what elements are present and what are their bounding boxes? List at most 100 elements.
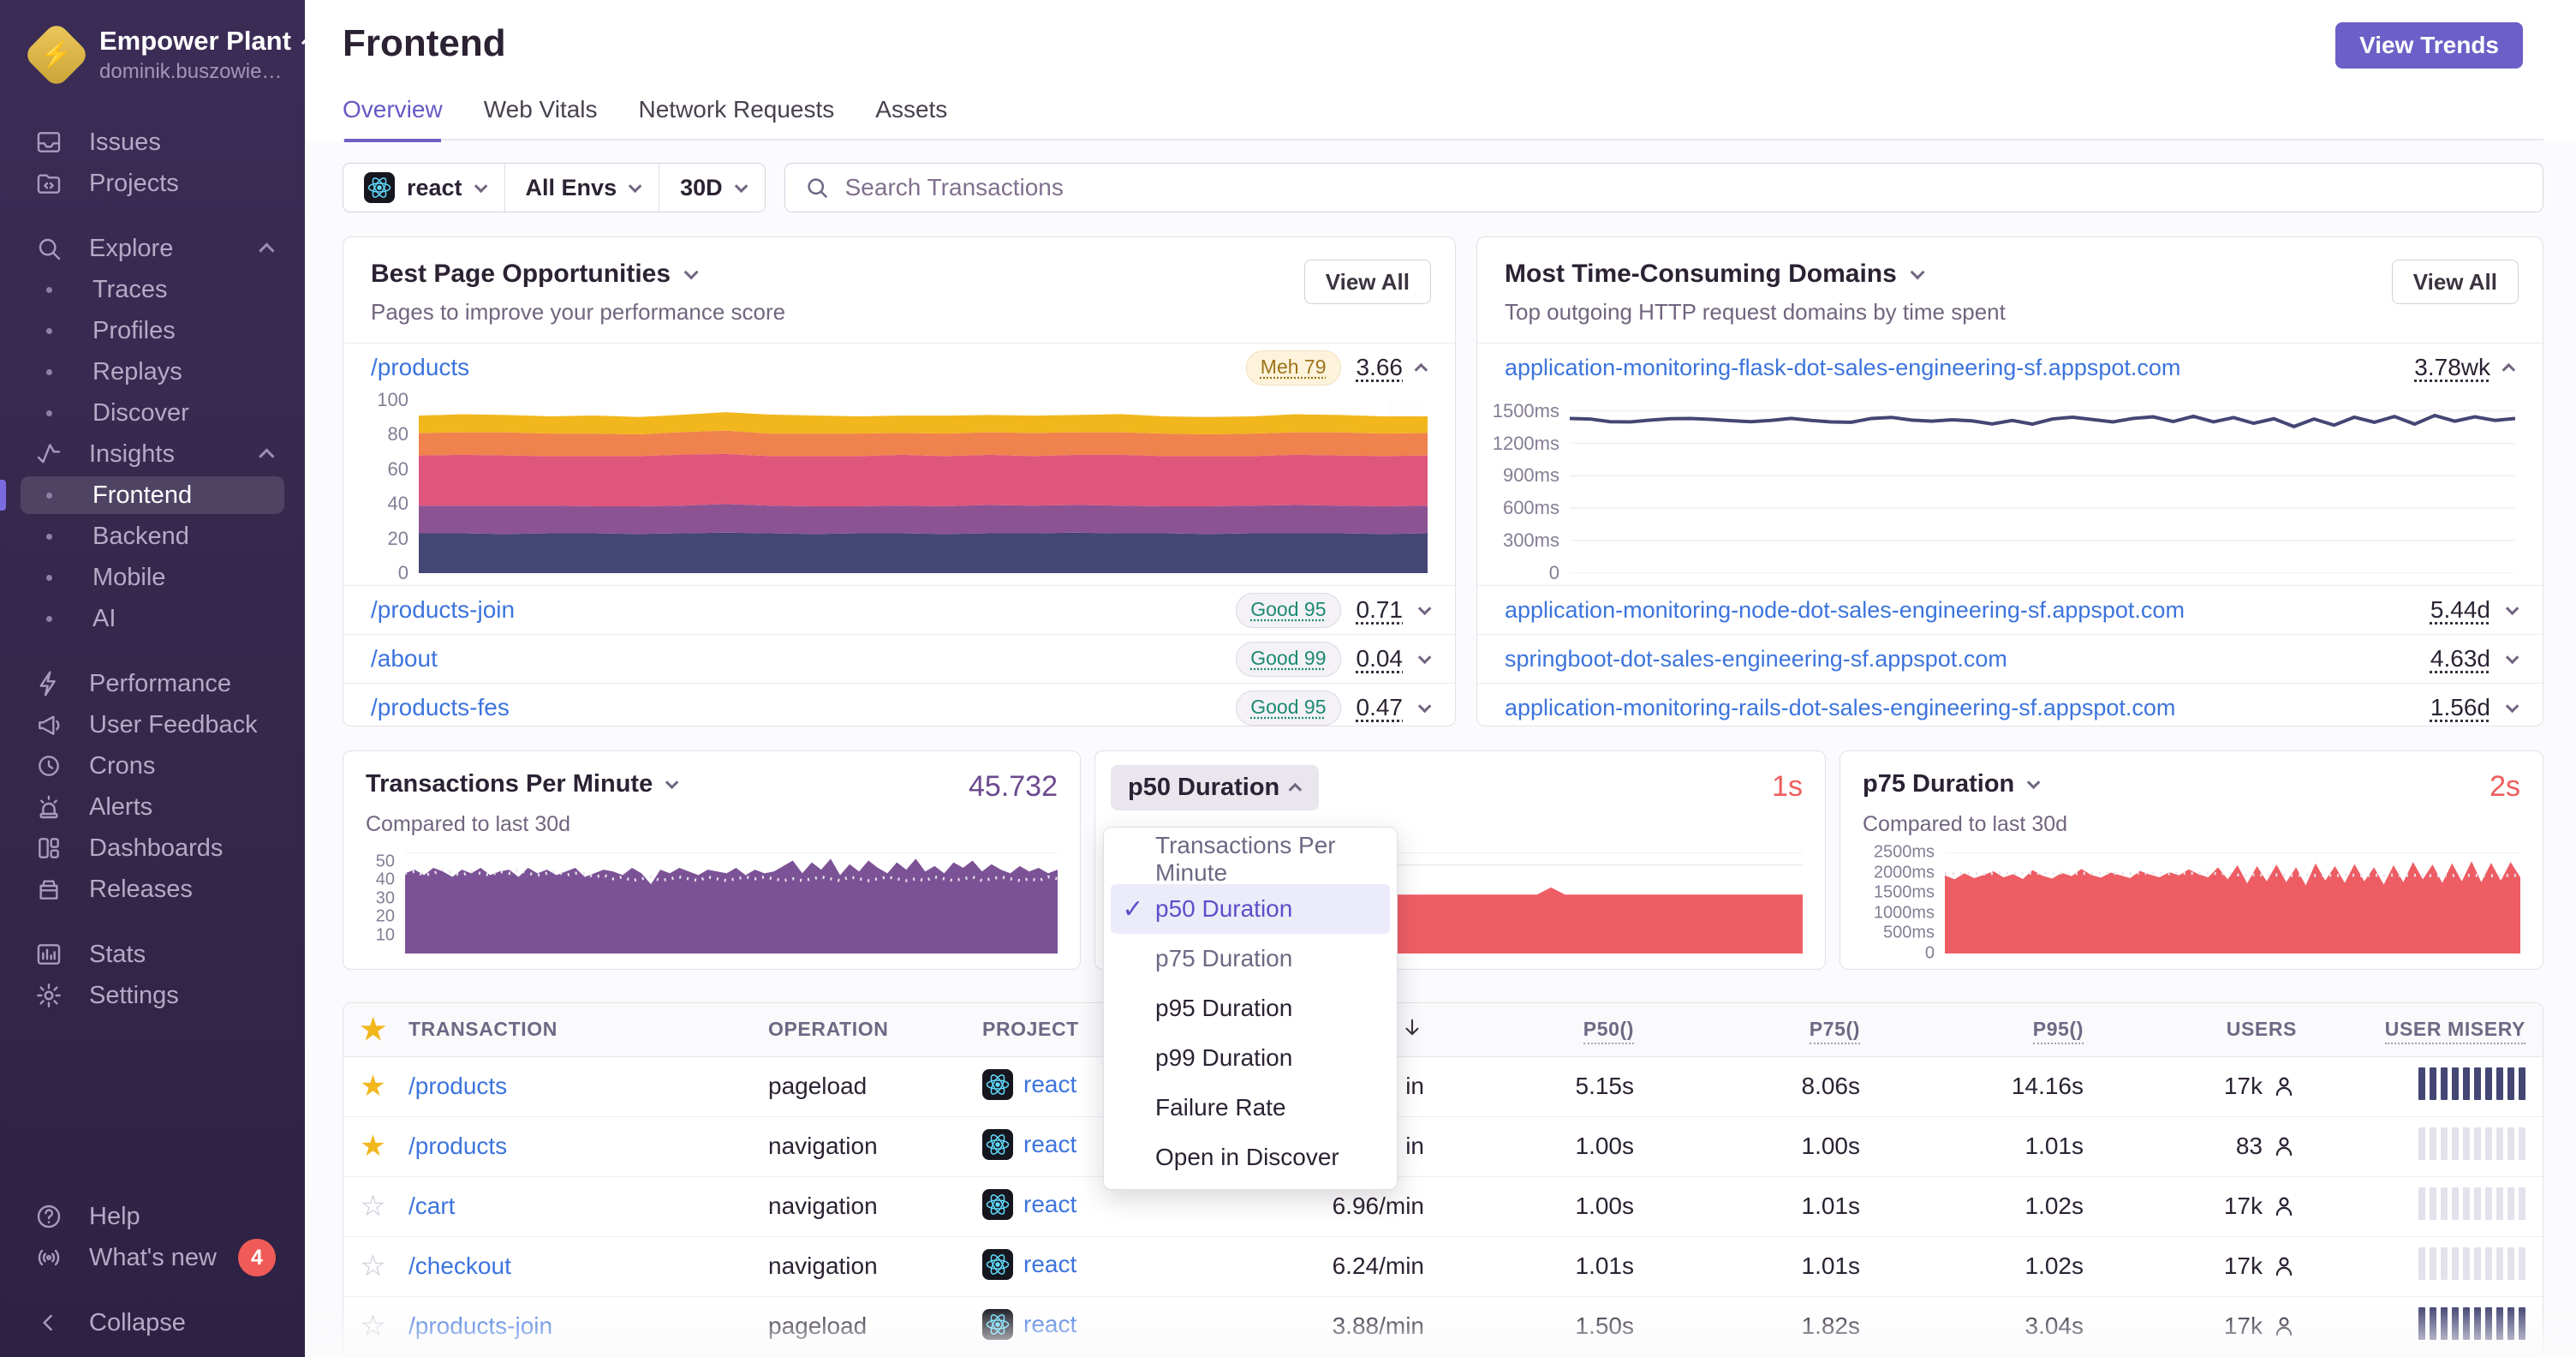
sidebar-item-performance[interactable]: Performance <box>0 663 305 704</box>
chevron-down-icon[interactable] <box>2505 601 2519 615</box>
page-opportunity-row[interactable]: /products Meh 79 3.66 <box>343 344 1455 392</box>
sidebar-item-explore[interactable]: Explore <box>0 228 305 269</box>
menu-item-transactions-per-minute[interactable]: Transactions Per Minute <box>1104 832 1397 886</box>
period-filter[interactable]: 30D <box>659 164 765 212</box>
sidebar-item-alerts[interactable]: Alerts <box>0 786 305 828</box>
tab-overview[interactable]: Overview <box>343 96 443 139</box>
menu-item-failure-rate[interactable]: Failure Rate <box>1104 1083 1397 1133</box>
star-outline-icon[interactable]: ☆ <box>360 1190 385 1222</box>
tab-network-requests[interactable]: Network Requests <box>639 96 835 139</box>
sidebar-item-discover[interactable]: Discover <box>0 392 305 433</box>
chevron-down-icon[interactable] <box>1910 265 1925 280</box>
chevron-down-icon[interactable] <box>1417 601 1432 615</box>
column-header-transaction[interactable]: TRANSACTION <box>403 1003 763 1057</box>
sidebar-item-releases[interactable]: Releases <box>0 869 305 910</box>
column-header-users[interactable]: USERS <box>2101 1003 2314 1057</box>
sidebar-item-insights[interactable]: Insights <box>0 433 305 475</box>
star-cell[interactable]: ☆ <box>343 1175 403 1236</box>
best-pages-view-all-button[interactable]: View All <box>1303 260 1431 304</box>
domain-link[interactable]: springboot-dot-sales-engineering-sf.apps… <box>1505 646 2007 673</box>
project-link[interactable]: react <box>1023 1311 1076 1338</box>
page-opportunity-row[interactable]: /products-join Good 95 0.71 <box>343 585 1455 634</box>
sidebar-item-mobile[interactable]: Mobile <box>0 557 305 598</box>
page-link[interactable]: /products-join <box>371 596 515 624</box>
chevron-down-icon[interactable] <box>1417 699 1432 713</box>
sidebar-item-traces[interactable]: Traces <box>0 269 305 310</box>
column-header-p95-[interactable]: P95() <box>1877 1003 2101 1057</box>
star-cell[interactable]: ☆ <box>343 1295 403 1356</box>
transaction-link[interactable]: /cart <box>408 1193 455 1219</box>
project-link[interactable]: react <box>1023 1071 1076 1098</box>
sidebar-item-frontend[interactable]: Frontend <box>0 475 305 516</box>
project-link[interactable]: react <box>1023 1251 1076 1278</box>
domain-row[interactable]: application-monitoring-rails-dot-sales-e… <box>1477 683 2543 726</box>
sidebar-item-replays[interactable]: Replays <box>0 351 305 392</box>
page-link[interactable]: /products-fes <box>371 694 510 721</box>
sidebar-item-settings[interactable]: Settings <box>0 975 305 1016</box>
transaction-link[interactable]: /products <box>408 1073 507 1099</box>
chevron-down-icon[interactable] <box>2505 699 2519 713</box>
chevron-up-icon[interactable] <box>2501 362 2516 376</box>
transaction-link[interactable]: /products-join <box>408 1312 552 1339</box>
star-icon[interactable]: ★ <box>360 1013 386 1046</box>
transaction-link[interactable]: /checkout <box>408 1252 511 1279</box>
sidebar-item-backend[interactable]: Backend <box>0 516 305 557</box>
sidebar-item-stats[interactable]: Stats <box>0 934 305 975</box>
column-header-user-misery[interactable]: USER MISERY <box>2314 1003 2543 1057</box>
domain-link[interactable]: application-monitoring-flask-dot-sales-e… <box>1505 355 2180 381</box>
column-header-operation[interactable]: OPERATION <box>763 1003 977 1057</box>
star-cell[interactable]: ★ <box>343 1056 403 1116</box>
env-filter[interactable]: All Envs <box>504 164 659 212</box>
project-link[interactable]: react <box>1023 1191 1076 1218</box>
sidebar-item-help[interactable]: Help <box>0 1196 305 1237</box>
search-input[interactable] <box>843 173 2524 202</box>
p75-metric-select[interactable]: p75 Duration <box>1863 770 2041 798</box>
org-switcher[interactable]: ⚡ Empower Plant dominik.buszowiec... <box>0 0 312 89</box>
page-opportunity-row[interactable]: /products-fes Good 95 0.47 <box>343 683 1455 726</box>
star-cell[interactable]: ☆ <box>343 1235 403 1296</box>
tpm-metric-select[interactable]: Transactions Per Minute <box>366 770 679 798</box>
menu-item-p95-duration[interactable]: p95 Duration <box>1104 983 1397 1033</box>
sidebar-item-collapse[interactable]: Collapse <box>0 1302 305 1343</box>
sidebar-item-user-feedback[interactable]: User Feedback <box>0 704 305 745</box>
star-filled-icon[interactable]: ★ <box>360 1130 385 1163</box>
page-link[interactable]: /products <box>371 354 469 381</box>
domain-row[interactable]: application-monitoring-flask-dot-sales-e… <box>1477 344 2543 392</box>
tab-assets[interactable]: Assets <box>875 96 947 139</box>
menu-item-open-in-discover[interactable]: Open in Discover <box>1104 1133 1397 1182</box>
chevron-down-icon[interactable] <box>1417 650 1432 664</box>
sidebar-item-dashboards[interactable]: Dashboards <box>0 828 305 869</box>
transaction-link[interactable]: /products <box>408 1133 507 1159</box>
sidebar-item-crons[interactable]: Crons <box>0 745 305 786</box>
domain-link[interactable]: application-monitoring-node-dot-sales-en… <box>1505 597 2185 624</box>
menu-item-p50-duration[interactable]: ✓ p50 Duration <box>1104 884 1397 934</box>
column-header-p75-[interactable]: P75() <box>1651 1003 1877 1057</box>
star-outline-icon[interactable]: ☆ <box>360 1250 385 1282</box>
star-filled-icon[interactable]: ★ <box>360 1070 385 1103</box>
domain-row[interactable]: application-monitoring-node-dot-sales-en… <box>1477 585 2543 634</box>
sidebar-item-ai[interactable]: AI <box>0 598 305 639</box>
domain-link[interactable]: application-monitoring-rails-dot-sales-e… <box>1505 695 2175 721</box>
sidebar-item-profiles[interactable]: Profiles <box>0 310 305 351</box>
menu-item-p75-duration[interactable]: p75 Duration <box>1104 934 1397 983</box>
chevron-down-icon[interactable] <box>2505 650 2519 664</box>
view-trends-button[interactable]: View Trends <box>2335 22 2523 69</box>
sidebar-item-projects[interactable]: Projects <box>0 163 305 204</box>
domain-row[interactable]: springboot-dot-sales-engineering-sf.apps… <box>1477 634 2543 683</box>
p50-metric-select[interactable]: p50 Duration <box>1111 765 1320 810</box>
sort-desc-icon[interactable] <box>1400 1015 1424 1044</box>
star-outline-icon[interactable]: ☆ <box>360 1310 385 1342</box>
menu-item-p99-duration[interactable]: p99 Duration <box>1104 1033 1397 1083</box>
chevron-up-icon[interactable] <box>1414 362 1428 376</box>
project-filter[interactable]: react <box>343 164 504 212</box>
page-opportunity-row[interactable]: /about Good 99 0.04 <box>343 634 1455 683</box>
star-cell[interactable]: ★ <box>343 1115 403 1176</box>
chevron-down-icon[interactable] <box>683 265 699 280</box>
sidebar-item-whats-new[interactable]: What's new 4 <box>0 1237 305 1278</box>
project-link[interactable]: react <box>1023 1131 1076 1158</box>
tab-web-vitals[interactable]: Web Vitals <box>484 96 598 139</box>
page-link[interactable]: /about <box>371 645 438 673</box>
column-header-p50-[interactable]: P50() <box>1441 1003 1651 1057</box>
domains-view-all-button[interactable]: View All <box>2391 260 2519 304</box>
sidebar-item-issues[interactable]: Issues <box>0 122 305 163</box>
